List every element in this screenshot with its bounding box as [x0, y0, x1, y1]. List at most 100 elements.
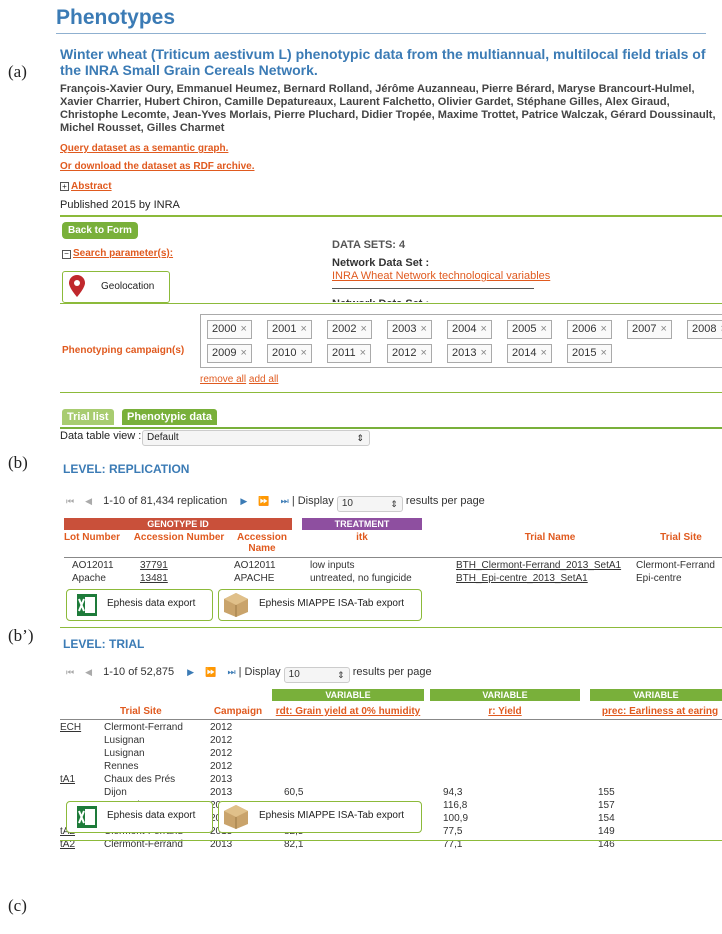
- year-tag-label: 2013: [452, 347, 477, 359]
- year-tag-label: 2015: [572, 347, 597, 359]
- col-trial-site[interactable]: Trial Site: [640, 532, 722, 543]
- remove-tag-icon[interactable]: ×: [420, 347, 426, 359]
- remove-tag-icon[interactable]: ×: [360, 323, 366, 335]
- replication-level-title: LEVEL: REPLICATION: [63, 462, 190, 476]
- remove-tag-icon[interactable]: ×: [600, 347, 606, 359]
- search-params-link[interactable]: Search parameter(s):: [73, 248, 173, 259]
- campaign-multiselect[interactable]: 2000 × 2001 × 2002 × 2003 × 2004 × 2005 × 2006 × 2007 ×…: [200, 314, 722, 368]
- year-tag-2000[interactable]: 2000 ×: [207, 320, 252, 339]
- panel-label-b-prime: (b’): [8, 626, 34, 645]
- per-page-select[interactable]: 10 ⇕: [336, 496, 403, 512]
- col-rdt[interactable]: rdt: Grain yield at 0% humidity: [272, 706, 424, 717]
- remove-tag-icon[interactable]: ×: [480, 323, 486, 335]
- cell-itk: low inputs: [310, 560, 355, 571]
- col-trial-name[interactable]: Trial Name: [450, 532, 650, 543]
- per-page-value: 10: [288, 669, 300, 680]
- year-tag-2006[interactable]: 2006 ×: [567, 320, 612, 339]
- col-lot-number[interactable]: Lot Number: [62, 532, 122, 543]
- cell-trial-site: Epi-centre: [636, 573, 682, 584]
- next-page-icon[interactable]: ▶: [240, 496, 247, 506]
- fast-forward-icon[interactable]: ⏩: [258, 496, 269, 506]
- query-graph-link[interactable]: Query dataset as a semantic graph.: [60, 143, 228, 154]
- remove-tag-icon[interactable]: ×: [300, 323, 306, 335]
- tab-trial-list[interactable]: Trial list: [62, 409, 114, 425]
- trial-row: ECH Clermont-Ferrand 2012: [60, 722, 722, 735]
- remove-tag-icon[interactable]: ×: [240, 347, 246, 359]
- header-divider: [64, 557, 722, 558]
- spreadsheet-icon: [77, 806, 97, 828]
- year-tag-2004[interactable]: 2004 ×: [447, 320, 492, 339]
- cell-trial-name-link[interactable]: tA1: [60, 774, 75, 785]
- year-tag-2010[interactable]: 2010 ×: [267, 344, 312, 363]
- per-page-select[interactable]: 10 ⇕: [283, 667, 350, 683]
- remove-tag-icon[interactable]: ×: [540, 347, 546, 359]
- trial-range: 1-10 of 52,875: [103, 666, 175, 678]
- cell-trial-name-link[interactable]: BTH_Epi-centre_2013_SetA1: [456, 573, 588, 584]
- remove-tag-icon[interactable]: ×: [540, 323, 546, 335]
- col-r[interactable]: r: Yield: [430, 706, 580, 717]
- cell-accession-link[interactable]: 37791: [140, 560, 168, 571]
- back-to-form-button[interactable]: Back to Form: [62, 222, 138, 239]
- year-tag-2011[interactable]: 2011 ×: [327, 344, 372, 363]
- year-tag-2002[interactable]: 2002 ×: [327, 320, 372, 339]
- miappe-export-button[interactable]: Ephesis MIAPPE ISA-Tab export: [218, 801, 422, 833]
- year-tag-2014[interactable]: 2014 ×: [507, 344, 552, 363]
- col-itk[interactable]: itk: [302, 532, 422, 543]
- last-page-icon[interactable]: ⏭: [281, 496, 289, 506]
- first-page-icon[interactable]: ⏮: [66, 496, 74, 506]
- col-campaign[interactable]: Campaign: [206, 706, 270, 717]
- package-icon: [224, 805, 248, 829]
- prev-page-icon[interactable]: ◀: [85, 496, 92, 506]
- first-page-icon[interactable]: ⏮: [66, 667, 74, 677]
- abstract-link[interactable]: Abstract: [71, 181, 112, 192]
- col-accession-name[interactable]: Accession Name: [232, 532, 292, 554]
- display-label: | Display: [291, 495, 334, 507]
- ephesis-export-button[interactable]: Ephesis data export: [66, 801, 213, 833]
- ephesis-export-button[interactable]: Ephesis data export: [66, 589, 213, 621]
- col-trial-site[interactable]: Trial Site: [100, 706, 220, 717]
- fast-forward-icon[interactable]: ⏩: [205, 667, 216, 677]
- remove-tag-icon[interactable]: ×: [300, 347, 306, 359]
- year-tag-2003[interactable]: 2003 ×: [387, 320, 432, 339]
- tab-phenotypic-data[interactable]: Phenotypic data: [122, 409, 217, 425]
- year-tag-2015[interactable]: 2015 ×: [567, 344, 612, 363]
- next-page-icon[interactable]: ▶: [187, 667, 194, 677]
- remove-tag-icon[interactable]: ×: [420, 323, 426, 335]
- year-tag-2007[interactable]: 2007 ×: [627, 320, 672, 339]
- remove-tag-icon[interactable]: ×: [480, 347, 486, 359]
- add-all-link[interactable]: add all: [249, 374, 278, 385]
- cell-trial-name-link[interactable]: BTH_Clermont-Ferrand_2013_SetA1: [456, 560, 621, 571]
- remove-all-link[interactable]: remove all: [200, 374, 246, 385]
- remove-tag-icon[interactable]: ×: [240, 323, 246, 335]
- last-page-icon[interactable]: ⏭: [227, 667, 235, 677]
- geolocation-button[interactable]: Geolocation: [62, 271, 170, 303]
- cell-lot: Apache: [72, 573, 106, 584]
- download-rdf-link[interactable]: Or download the dataset as RDF archive.: [60, 161, 255, 172]
- year-tag-2009[interactable]: 2009 ×: [207, 344, 252, 363]
- network-dataset-label: Network Data Set :: [332, 257, 430, 269]
- year-tag-label: 2002: [332, 323, 357, 335]
- prev-page-icon[interactable]: ◀: [85, 667, 92, 677]
- network-dataset-link[interactable]: INRA Wheat Network technological variabl…: [332, 270, 550, 282]
- remove-tag-icon[interactable]: ×: [660, 323, 666, 335]
- year-tag-2013[interactable]: 2013 ×: [447, 344, 492, 363]
- network-dataset-label-2: Network Data Set :: [332, 296, 532, 302]
- miappe-export-button[interactable]: Ephesis MIAPPE ISA-Tab export: [218, 589, 422, 621]
- col-accession-number[interactable]: Accession Number: [124, 532, 234, 543]
- year-tag-2005[interactable]: 2005 ×: [507, 320, 552, 339]
- ephesis-export-label: Ephesis data export: [107, 598, 196, 609]
- remove-tag-icon[interactable]: ×: [360, 347, 366, 359]
- year-tag-2012[interactable]: 2012 ×: [387, 344, 432, 363]
- cell-trial-name-link[interactable]: ECH: [60, 722, 81, 733]
- year-tag-2001[interactable]: 2001 ×: [267, 320, 312, 339]
- abstract-toggle[interactable]: + Abstract: [60, 181, 112, 192]
- data-view-select[interactable]: Default ⇕: [142, 430, 370, 446]
- panel-label-c: (c): [8, 896, 27, 915]
- cell-accession-link[interactable]: 13481: [140, 573, 168, 584]
- miappe-export-label: Ephesis MIAPPE ISA-Tab export: [259, 598, 405, 609]
- col-prec[interactable]: prec: Earliness at earing: [590, 706, 722, 717]
- remove-tag-icon[interactable]: ×: [600, 323, 606, 335]
- campaign-label: Phenotyping campaign(s): [62, 345, 185, 356]
- search-params-toggle[interactable]: − Search parameter(s):: [62, 248, 173, 259]
- year-tag-2008[interactable]: 2008×: [687, 320, 722, 339]
